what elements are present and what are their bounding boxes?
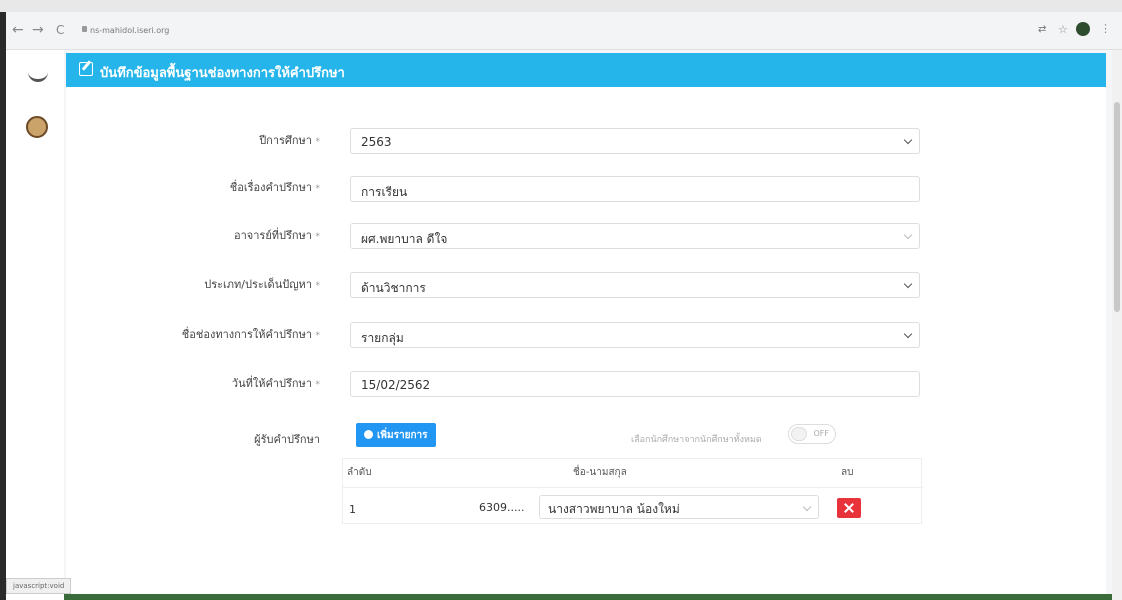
translate-icon[interactable]: ⇄ — [1038, 24, 1046, 35]
scrollbar[interactable] — [1112, 50, 1122, 600]
delete-row-button[interactable] — [837, 498, 861, 518]
date-input[interactable]: 15/02/2562 — [350, 371, 920, 397]
reload-icon[interactable]: C — [56, 22, 64, 38]
advisor-select[interactable]: ผศ.พยาบาล ดีใจ — [350, 223, 920, 249]
advisor-label: อาจารย์ที่ปรึกษา * — [234, 229, 320, 242]
lock-icon — [82, 26, 87, 32]
edit-icon — [79, 62, 93, 76]
top-strip — [0, 0, 1122, 12]
forward-icon[interactable]: → — [32, 22, 44, 38]
problem-type-label: ประเภท/ประเด็นปัญหา * — [204, 278, 320, 291]
select-all-students-toggle[interactable]: OFF — [788, 424, 836, 444]
left-sidebar — [6, 50, 64, 600]
table-divider — [343, 487, 923, 488]
page-title: บันทึกข้อมูลพื้นฐานช่องทางการให้คำปรึกษา — [100, 66, 345, 81]
column-header-no: ลำดับ — [347, 467, 372, 478]
status-bar: javascript:void — [6, 578, 72, 594]
chevron-down-icon — [802, 502, 812, 512]
select-all-students-label: เลือกนักศึกษาจากนักศึกษาทั้งหมด — [631, 435, 762, 445]
chevron-down-icon — [903, 329, 913, 339]
main-content: บันทึกข้อมูลพื้นฐานช่องทางการให้คำปรึกษา… — [64, 50, 1112, 600]
user-avatar[interactable] — [26, 116, 48, 138]
browser-toolbar: ← → C ns-mahidol.iseri.org ⇄ ☆ ⋮ — [6, 12, 1122, 50]
menu-more-icon[interactable]: ⋮ — [1100, 22, 1111, 35]
scrollbar-thumb[interactable] — [1114, 102, 1120, 312]
plus-circle-icon — [364, 430, 373, 439]
profile-avatar[interactable] — [1076, 22, 1090, 36]
toggle-knob — [791, 427, 807, 441]
card-header: บันทึกข้อมูลพื้นฐานช่องทางการให้คำปรึกษา — [66, 53, 1106, 87]
chevron-down-icon — [903, 135, 913, 145]
bookmark-star-icon[interactable]: ☆ — [1058, 23, 1068, 36]
row-no: 1 — [349, 503, 356, 516]
problem-type-select[interactable]: ด้านวิชาการ — [350, 272, 920, 298]
topic-label: ชื่อเรื่องคำปรึกษา * — [229, 181, 320, 194]
chevron-down-icon — [903, 279, 913, 289]
channel-label: ชื่อช่องทางการให้คำปรึกษา * — [181, 328, 320, 341]
academic-year-label: ปีการศึกษา * — [259, 134, 320, 147]
add-item-button[interactable]: เพิ่มรายการ — [356, 423, 436, 447]
channel-select[interactable]: รายกลุ่ม — [350, 322, 920, 348]
toggle-state: OFF — [813, 429, 830, 438]
consultees-table: ลำดับ ชื่อ-นามสกุล ลบ 1 6309..... นางสาว… — [342, 458, 923, 524]
date-label: วันที่ให้คำปรึกษา * — [231, 377, 320, 390]
back-icon[interactable]: ← — [12, 22, 24, 38]
row-student-id: 6309..... — [479, 501, 525, 514]
bottom-bar — [64, 594, 1112, 600]
chevron-down-icon — [903, 230, 913, 240]
academic-year-select[interactable]: 2563 — [350, 128, 920, 154]
form-card: บันทึกข้อมูลพื้นฐานช่องทางการให้คำปรึกษา… — [66, 53, 1106, 600]
menu-icon[interactable] — [28, 72, 48, 82]
address-bar[interactable]: ns-mahidol.iseri.org — [90, 26, 169, 35]
topic-input[interactable]: การเรียน — [350, 176, 920, 202]
browser-window: ← → C ns-mahidol.iseri.org ⇄ ☆ ⋮ บันทึกข… — [6, 12, 1122, 600]
column-header-name: ชื่อ-นามสกุล — [573, 467, 627, 478]
row-student-select[interactable]: นางสาวพยาบาล น้องใหม่ — [539, 495, 819, 519]
consultees-label: ผู้รับคำปรึกษา — [254, 433, 320, 446]
column-header-delete: ลบ — [841, 467, 854, 478]
